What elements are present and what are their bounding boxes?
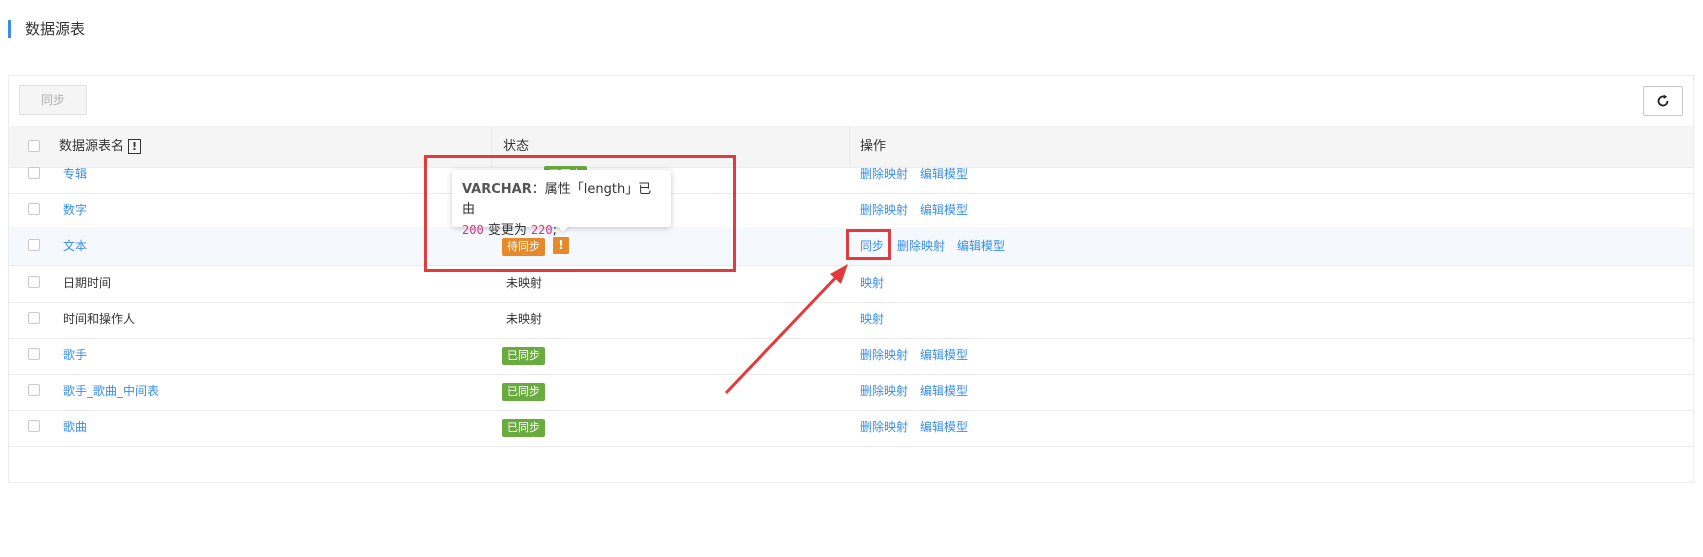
annotation-arrow [724,264,848,395]
